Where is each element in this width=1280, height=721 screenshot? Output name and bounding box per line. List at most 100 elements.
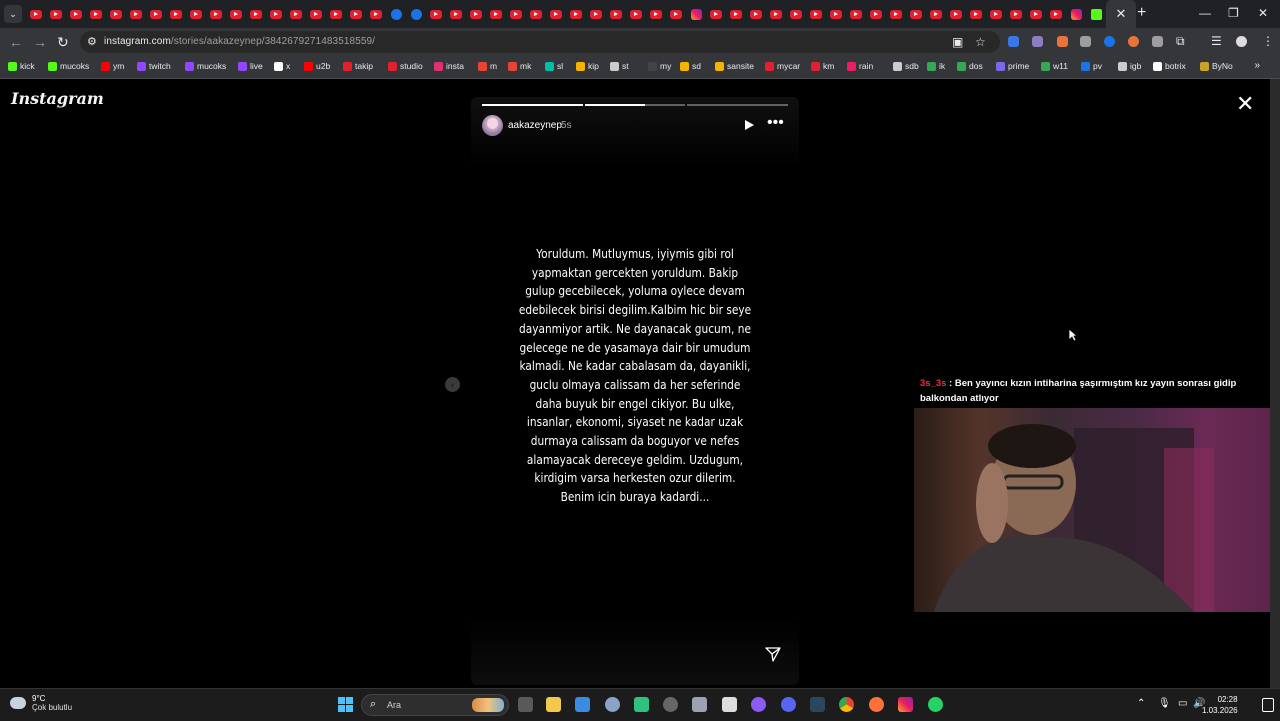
bookmark-mucoks[interactable]: mucoks <box>48 61 89 71</box>
site-info-icon[interactable]: ⚙ <box>87 35 97 48</box>
browser-tab[interactable] <box>526 0 546 28</box>
bookmark-x[interactable]: x <box>274 61 290 71</box>
browser-tab[interactable] <box>946 0 966 28</box>
url-text[interactable]: instagram.com/stories/aakazeynep/3842679… <box>104 36 375 47</box>
extension-icon[interactable] <box>1080 36 1091 47</box>
bookmark-pv[interactable]: pv <box>1081 61 1102 71</box>
browser-tab[interactable] <box>1046 0 1066 28</box>
extension-icon[interactable] <box>1104 36 1115 47</box>
browser-tab[interactable] <box>126 0 146 28</box>
maximize-button[interactable]: ❐ <box>1228 6 1239 20</box>
browser-tab[interactable] <box>246 0 266 28</box>
browser-tab[interactable] <box>1086 0 1106 28</box>
bookmark-mycar[interactable]: mycar <box>765 61 800 71</box>
taskbar-clock[interactable]: 02:28 1.03.2026 <box>1202 694 1238 716</box>
bookmark-ym[interactable]: ym <box>101 61 124 71</box>
browser-tab[interactable] <box>46 0 66 28</box>
bookmark-kip[interactable]: kip <box>576 61 599 71</box>
app-icon[interactable] <box>751 697 766 712</box>
bookmark-my[interactable]: my <box>648 61 671 71</box>
browser-tab[interactable] <box>486 0 506 28</box>
close-icon[interactable]: ✕ <box>1236 93 1254 115</box>
bookmark-star-icon[interactable]: ☆ <box>975 35 986 49</box>
settings-icon[interactable] <box>605 697 620 712</box>
taskbar-search[interactable]: ⌕ Ara <box>361 694 509 716</box>
story-username[interactable]: aakazeynep <box>508 120 562 131</box>
browser-tab[interactable] <box>886 0 906 28</box>
browser-tab[interactable] <box>226 0 246 28</box>
browser-tab[interactable] <box>1026 0 1046 28</box>
forward-button[interactable]: → <box>33 34 47 50</box>
extension-icon[interactable] <box>1057 36 1068 47</box>
browser-tab[interactable] <box>786 0 806 28</box>
browser-tab[interactable] <box>446 0 466 28</box>
new-tab-button[interactable]: + <box>1137 4 1146 22</box>
bookmark-twitch[interactable]: twitch <box>137 61 171 71</box>
browser-tab[interactable] <box>26 0 46 28</box>
browser-tab[interactable] <box>726 0 746 28</box>
bookmark-botrix[interactable]: botrix <box>1153 61 1186 71</box>
browser-tab[interactable] <box>366 0 386 28</box>
avatar[interactable] <box>482 115 503 136</box>
reload-button[interactable]: ↻ <box>57 34 69 51</box>
bookmark-mucoks[interactable]: mucoks <box>185 61 226 71</box>
browser-tab[interactable] <box>626 0 646 28</box>
play-icon[interactable] <box>745 120 754 130</box>
extension-icon[interactable] <box>1152 36 1163 47</box>
bookmark-sansite[interactable]: sansite <box>715 61 754 71</box>
browser-tab[interactable] <box>866 0 886 28</box>
install-app-icon[interactable]: ▣ <box>952 35 963 49</box>
app-icon[interactable] <box>722 697 737 712</box>
back-button[interactable]: ← <box>9 34 23 50</box>
browser-tab[interactable] <box>826 0 846 28</box>
chrome-icon[interactable] <box>839 697 854 712</box>
extension-icon[interactable] <box>1128 36 1139 47</box>
browser-tab[interactable] <box>66 0 86 28</box>
microphone-icon[interactable]: 🎙 <box>1158 698 1171 709</box>
address-bar[interactable]: ⚙ instagram.com/stories/aakazeynep/38426… <box>80 31 1000 53</box>
chrome-menu-icon[interactable]: ⋮ <box>1262 34 1274 48</box>
browser-tab[interactable] <box>466 0 486 28</box>
task-view-icon[interactable] <box>518 697 533 712</box>
instagram-icon[interactable] <box>898 697 913 712</box>
bookmark-prime[interactable]: prime <box>996 61 1029 71</box>
app-icon[interactable] <box>692 697 707 712</box>
bookmark-w11[interactable]: w11 <box>1041 61 1068 71</box>
bookmark-live[interactable]: live <box>238 61 263 71</box>
browser-tab[interactable] <box>146 0 166 28</box>
bookmark-rain[interactable]: rain <box>847 61 873 71</box>
extensions-puzzle-icon[interactable]: ⧉ <box>1176 34 1185 49</box>
browser-tab[interactable] <box>706 0 726 28</box>
network-icon[interactable]: ▭ <box>1178 698 1187 709</box>
story-viewer[interactable]: aakazeynep 5s ••• Yoruldum. Mutluymus, i… <box>471 97 799 685</box>
minimize-button[interactable]: — <box>1199 6 1211 20</box>
store-icon[interactable] <box>575 697 590 712</box>
bookmark-studio[interactable]: studio <box>388 61 423 71</box>
start-button[interactable] <box>338 697 353 712</box>
browser-tab[interactable] <box>106 0 126 28</box>
more-bookmarks-icon[interactable]: » <box>1254 60 1260 71</box>
extension-icon[interactable] <box>1032 36 1043 47</box>
browser-tab[interactable] <box>766 0 786 28</box>
browser-tab[interactable] <box>406 0 426 28</box>
bookmark-byno[interactable]: ByNo <box>1200 61 1233 71</box>
whatsapp-icon[interactable] <box>928 697 943 712</box>
browser-tab[interactable] <box>906 0 926 28</box>
page-scrollbar[interactable] <box>1270 79 1280 688</box>
browser-tab[interactable] <box>386 0 406 28</box>
browser-tab[interactable] <box>926 0 946 28</box>
bookmark-igb[interactable]: igb <box>1118 61 1141 71</box>
app-icon[interactable] <box>663 697 678 712</box>
bookmark-sl[interactable]: sl <box>545 61 563 71</box>
bookmark-takip[interactable]: takip <box>343 61 373 71</box>
bookmark-ik[interactable]: ik <box>927 61 945 71</box>
browser-tab[interactable] <box>166 0 186 28</box>
browser-tab[interactable] <box>426 0 446 28</box>
previous-story-button[interactable]: ‹ <box>445 377 460 392</box>
browser-tab[interactable] <box>506 0 526 28</box>
bookmark-dos[interactable]: dos <box>957 61 983 71</box>
notification-icon[interactable] <box>1262 698 1274 712</box>
bookmark-sd[interactable]: sd <box>680 61 701 71</box>
file-explorer-icon[interactable] <box>546 697 561 712</box>
browser-tab[interactable] <box>686 0 706 28</box>
